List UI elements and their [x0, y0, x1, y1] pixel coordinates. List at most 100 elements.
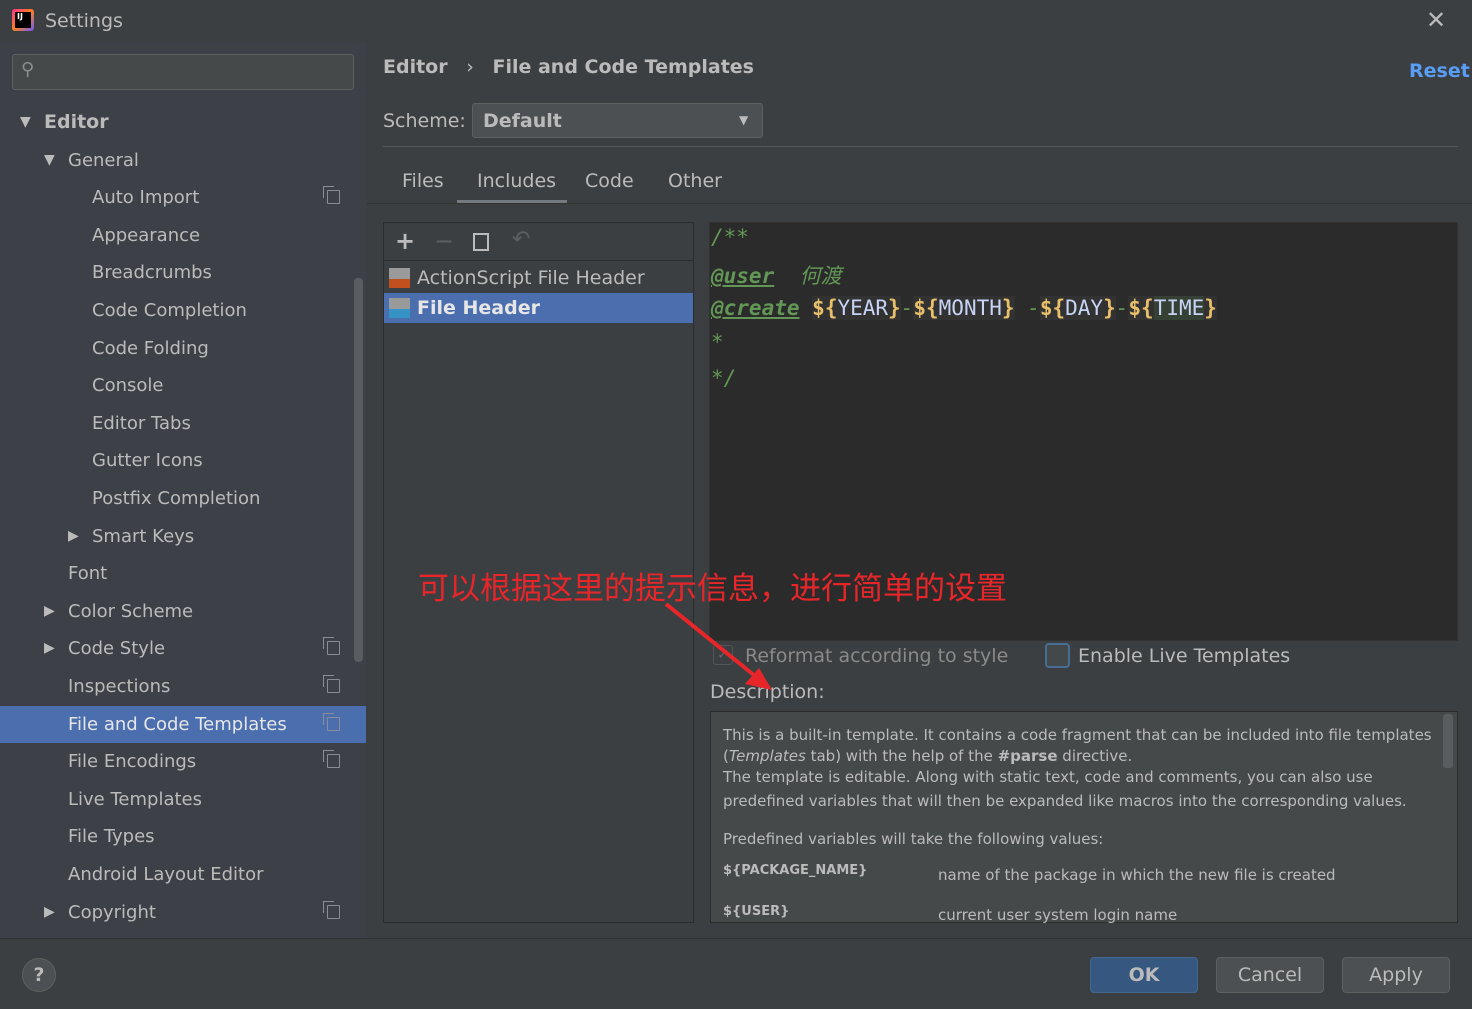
code-line: @user 何渡 [711, 260, 842, 290]
description-text: This is a built-in template. It contains… [723, 726, 1432, 744]
sidebar-item-file-types[interactable]: File Types [0, 818, 366, 855]
settings-sidebar: ⚲ ▼ Editor ▼ General Auto Import Appearance Br… [0, 42, 366, 938]
undo-icon[interactable]: ↶ [512, 227, 530, 252]
project-scope-icon [323, 900, 340, 919]
collapsed-arrow-icon[interactable]: ▶ [68, 518, 79, 555]
template-variable: TIME [1153, 296, 1205, 320]
chevron-right-icon: › [466, 56, 474, 78]
template-list-item[interactable]: ActionScript File Header [384, 263, 693, 293]
code-line: @create ${YEAR}-${MONTH} -${DAY}-${TIME} [711, 296, 1217, 320]
live-templates-checkbox[interactable] [1045, 643, 1070, 668]
annotation-arrow [664, 602, 772, 690]
tab-includes[interactable]: Includes [477, 170, 556, 192]
project-scope-icon [323, 712, 340, 731]
breadcrumb-editor[interactable]: Editor [383, 56, 448, 78]
copy-icon[interactable] [473, 233, 489, 251]
template-label: File Header [417, 297, 540, 319]
sidebar-item-code-completion[interactable]: Code Completion [0, 292, 366, 329]
sidebar-item-code-folding[interactable]: Code Folding [0, 330, 366, 367]
close-icon[interactable]: ✕ [1426, 6, 1446, 34]
sidebar-item-label: Code Style [68, 638, 166, 660]
sidebar-scrollbar[interactable] [354, 278, 363, 662]
sidebar-item-breadcrumbs[interactable]: Breadcrumbs [0, 254, 366, 291]
scheme-value: Default [483, 110, 562, 132]
sidebar-item-console[interactable]: Console [0, 367, 366, 404]
cancel-button[interactable]: Cancel [1216, 957, 1324, 993]
description-text: Predefined variables will take the follo… [723, 830, 1104, 848]
project-scope-icon [323, 637, 340, 656]
code-line: /** [711, 225, 749, 249]
sidebar-item-label: Code Completion [92, 300, 247, 321]
variable-desc: current user system login name [938, 906, 1178, 924]
sidebar-item-gutter-icons[interactable]: Gutter Icons [0, 442, 366, 479]
sidebar-item-font[interactable]: Font [0, 555, 366, 592]
java-file-icon [389, 298, 410, 318]
sidebar-item-label: Android Layout Editor [68, 864, 264, 885]
javadoc-tag: @create [711, 296, 800, 320]
sidebar-item-copyright[interactable]: ▶ Copyright [0, 894, 366, 931]
sidebar-item-label: Appearance [92, 224, 201, 246]
sidebar-item-color-scheme[interactable]: ▶ Color Scheme [0, 593, 366, 630]
collapsed-arrow-icon[interactable]: ▶ [44, 593, 55, 630]
template-list-item[interactable]: File Header [384, 293, 693, 323]
sidebar-item-label: Console [92, 375, 164, 397]
project-scope-icon [323, 675, 340, 693]
reset-link[interactable]: Reset [1409, 60, 1470, 82]
tabs-underline [367, 203, 1472, 204]
description-text: predefined variables that will then be e… [723, 792, 1407, 810]
sidebar-item-file-encodings[interactable]: File Encodings [0, 743, 366, 780]
template-variable: MONTH [938, 296, 1002, 320]
apply-button[interactable]: Apply [1342, 957, 1450, 993]
user-name: 何渡 [799, 264, 842, 288]
sidebar-item-live-templates[interactable]: Live Templates [0, 781, 366, 818]
sidebar-item-label: Breadcrumbs [92, 262, 212, 284]
collapsed-arrow-icon[interactable]: ▶ [44, 894, 55, 931]
sidebar-item-label: Inspections [68, 676, 171, 697]
sidebar-item-file-and-code-templates[interactable]: File and Code Templates [0, 705, 366, 743]
title-bar: IJ Settings ✕ [0, 0, 1472, 42]
sidebar-item-editor[interactable]: ▼ Editor [0, 104, 366, 141]
search-input[interactable]: ⚲ [12, 54, 354, 90]
window-title: Settings [45, 10, 123, 32]
template-variable: DAY [1065, 296, 1104, 320]
sidebar-item-code-style[interactable]: ▶ Code Style [0, 630, 366, 667]
expanded-arrow-icon[interactable]: ▼ [20, 104, 31, 141]
divider [383, 146, 1458, 147]
sidebar-item-label: Editor Tabs [92, 412, 191, 434]
help-button[interactable]: ? [22, 958, 56, 992]
tab-files[interactable]: Files [402, 170, 444, 192]
variable-desc: name of the package in which the new fil… [938, 866, 1336, 884]
sidebar-item-postfix-completion[interactable]: Postfix Completion [0, 480, 366, 517]
sidebar-item-label: Editor [44, 111, 109, 133]
project-scope-icon [323, 186, 340, 205]
sidebar-item-label: Copyright [68, 901, 156, 923]
sidebar-item-label: Color Scheme [68, 600, 194, 622]
sidebar-item-label: Auto Import [92, 187, 200, 209]
scheme-dropdown[interactable]: Default ▼ [472, 103, 763, 138]
description-scrollbar[interactable] [1443, 714, 1453, 768]
sidebar-item-auto-import[interactable]: Auto Import [0, 179, 366, 216]
collapsed-arrow-icon[interactable]: ▶ [44, 630, 55, 667]
add-icon[interactable]: + [395, 227, 415, 255]
sidebar-item-label: Postfix Completion [92, 488, 261, 509]
sidebar-item-general[interactable]: ▼ General [0, 142, 366, 179]
tab-other[interactable]: Other [668, 170, 722, 192]
sidebar-item-android-layout-editor[interactable]: Android Layout Editor [0, 856, 366, 893]
tab-code[interactable]: Code [585, 170, 634, 192]
template-label: ActionScript File Header [417, 267, 645, 289]
ok-button[interactable]: OK [1090, 957, 1198, 993]
remove-icon[interactable]: − [434, 227, 454, 255]
intellij-idea-icon: IJ [12, 9, 34, 31]
footer-divider [0, 938, 1472, 939]
project-scope-icon [323, 750, 340, 769]
search-field[interactable] [45, 59, 345, 85]
code-line: */ [711, 366, 737, 390]
list-toolbar: + − ↶ [384, 223, 693, 261]
variable-name: ${USER} [723, 904, 790, 919]
expanded-arrow-icon[interactable]: ▼ [44, 142, 55, 179]
sidebar-item-editor-tabs[interactable]: Editor Tabs [0, 405, 366, 442]
sidebar-item-smart-keys[interactable]: ▶ Smart Keys [0, 518, 366, 555]
sidebar-item-inspections[interactable]: Inspections [0, 668, 366, 705]
sidebar-item-appearance[interactable]: Appearance [0, 217, 366, 254]
sidebar-item-label: File and Code Templates [68, 713, 287, 735]
